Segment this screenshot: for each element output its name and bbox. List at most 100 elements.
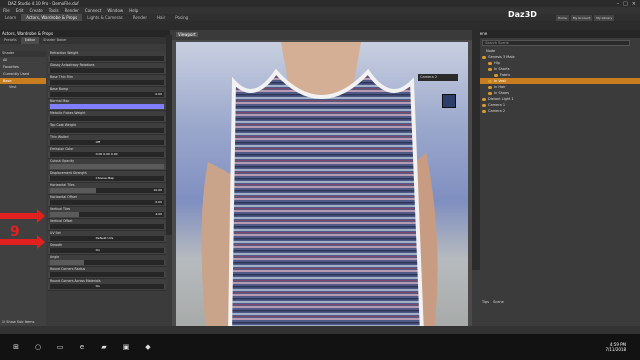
eye-icon[interactable] [488,91,492,95]
eye-icon[interactable] [482,103,486,107]
color-swatch[interactable] [50,104,164,109]
status-strip [0,326,640,334]
scene-search-input[interactable]: Search Scene [482,40,630,46]
property-slider[interactable]: 10.00 [50,188,164,193]
home-link[interactable]: Home [556,15,569,21]
daz-taskbar-icon[interactable]: ◆ [142,341,154,353]
property-slider[interactable] [50,80,164,85]
tab-tips[interactable]: Tips [482,300,489,304]
menu-render[interactable]: Render [62,8,82,13]
property-slider[interactable]: Default UVs [50,236,164,241]
slider-fill [50,260,85,265]
eye-icon[interactable] [482,55,486,59]
tab-learn[interactable]: Learn [0,14,21,21]
property-row: Round Corners Across Materials On [48,279,166,291]
scene-node-label: Camera 1 [488,103,506,107]
tab-editor[interactable]: Editor [20,37,40,44]
tab-hair[interactable]: Hair [152,14,170,21]
property-slider[interactable]: Off [50,140,164,145]
search-icon[interactable]: ○ [32,341,44,353]
property-slider[interactable] [50,56,164,61]
property-row: Cutout Opacity [48,159,166,171]
edge-icon[interactable]: e [76,341,88,353]
property-slider[interactable] [50,260,164,265]
property-slider[interactable] [50,68,164,73]
eye-icon[interactable] [488,79,492,83]
list-item-favorites[interactable]: Favorites [0,64,46,71]
tab-posing[interactable]: Posing [170,14,193,21]
menu-create[interactable]: Create [26,8,45,13]
folder-icon[interactable]: ▰ [98,341,110,353]
eye-icon[interactable] [488,67,492,71]
store-icon[interactable]: ▣ [120,341,132,353]
property-row: Vertical Tiles 4.00 [48,207,166,219]
property-slider[interactable]: 0.00 0.00 0.00 [50,152,164,157]
system-clock: 4:59 PM 7/11/2018 [605,342,626,352]
tab-actors[interactable]: Actors, Wardrobe & Props [21,14,83,21]
property-row: Angle [48,255,166,267]
surfaces-subtabs: Presets Editor Shader Baker [0,37,170,44]
tab-render[interactable]: Render [128,14,152,21]
property-slider[interactable] [50,164,164,169]
render-scene[interactable] [176,42,468,332]
camera-select[interactable]: Camera 2 [418,74,458,81]
task-view-icon[interactable]: ▭ [54,341,66,353]
property-row: Base Bump 0.00 [48,87,166,99]
tab-presets[interactable]: Presets [0,37,21,44]
property-slider[interactable] [50,272,164,277]
property-value: 0.00 [155,200,162,204]
scene-node-label: Camera 2 [488,109,506,113]
menu-edit[interactable]: Edit [13,8,27,13]
eye-icon[interactable] [494,73,498,77]
close-icon[interactable]: × [632,1,636,7]
eye-icon[interactable] [488,61,492,65]
property-slider[interactable]: 0.00 [50,200,164,205]
viewport: Viewport Camera 2 [172,30,472,334]
clock-date: 7/11/2018 [605,347,626,352]
menu-help[interactable]: Help [126,8,141,13]
scene-node[interactable]: Camera 2 [472,108,640,114]
eye-icon[interactable] [482,109,486,113]
tab-shader-baker[interactable]: Shader Baker [39,37,71,44]
slider-fill [50,212,79,217]
property-slider[interactable] [50,224,164,229]
checkbox-icon: ☑ [2,320,6,324]
property-slider[interactable]: On [50,248,164,253]
eye-icon[interactable] [488,85,492,89]
tab-scene[interactable]: Scene [493,300,504,304]
node-vest[interactable]: Vest [0,84,46,90]
show-sub-items[interactable]: ☑ Show Sub Items [2,320,34,324]
property-slider[interactable]: 0.00 [50,92,164,97]
windows-start-icon[interactable]: ⊞ [10,341,22,353]
property-value: Default UVs [95,236,114,240]
menu-tools[interactable]: Tools [46,8,62,13]
side-tabs-right[interactable] [472,30,480,270]
property-slider[interactable]: 4.00 [50,212,164,217]
property-slider[interactable]: On [50,284,164,289]
my-library-link[interactable]: My Library [594,15,615,21]
property-row: Normal Map [48,99,166,111]
viewport-tab[interactable]: Viewport [176,32,198,37]
scene-node-label: Hip [494,61,500,65]
eye-icon[interactable] [482,97,486,101]
property-slider[interactable]: Choose Map [50,176,164,181]
my-account-link[interactable]: My Account [570,15,593,21]
menu-bar: File Edit Create Tools Render Connect Wi… [0,7,640,14]
menu-window[interactable]: Window [104,8,126,13]
list-item-currently-used[interactable]: Currently Used [0,71,46,78]
property-row: Smooth On [48,243,166,255]
list-item-all[interactable]: All [0,57,46,64]
menu-connect[interactable]: Connect [82,8,105,13]
view-cube-icon[interactable] [442,94,456,108]
minimize-icon[interactable]: – [617,1,620,7]
scene-node-label: In Hair [494,85,506,89]
property-slider[interactable] [50,116,164,121]
tab-lights[interactable]: Lights & Cameras [82,14,128,21]
property-value: 10.00 [153,188,162,192]
taskbar: ⊞ ○ ▭ e ▰ ▣ ◆ 4:59 PM 7/11/2018 [0,334,640,360]
show-sub-items-label: Show Sub Items [6,320,35,324]
property-slider[interactable] [50,128,164,133]
menu-file[interactable]: File [0,8,13,13]
workspace-tabs: Learn Actors, Wardrobe & Props Lights & … [0,14,640,21]
maximize-icon[interactable]: □ [623,1,628,7]
